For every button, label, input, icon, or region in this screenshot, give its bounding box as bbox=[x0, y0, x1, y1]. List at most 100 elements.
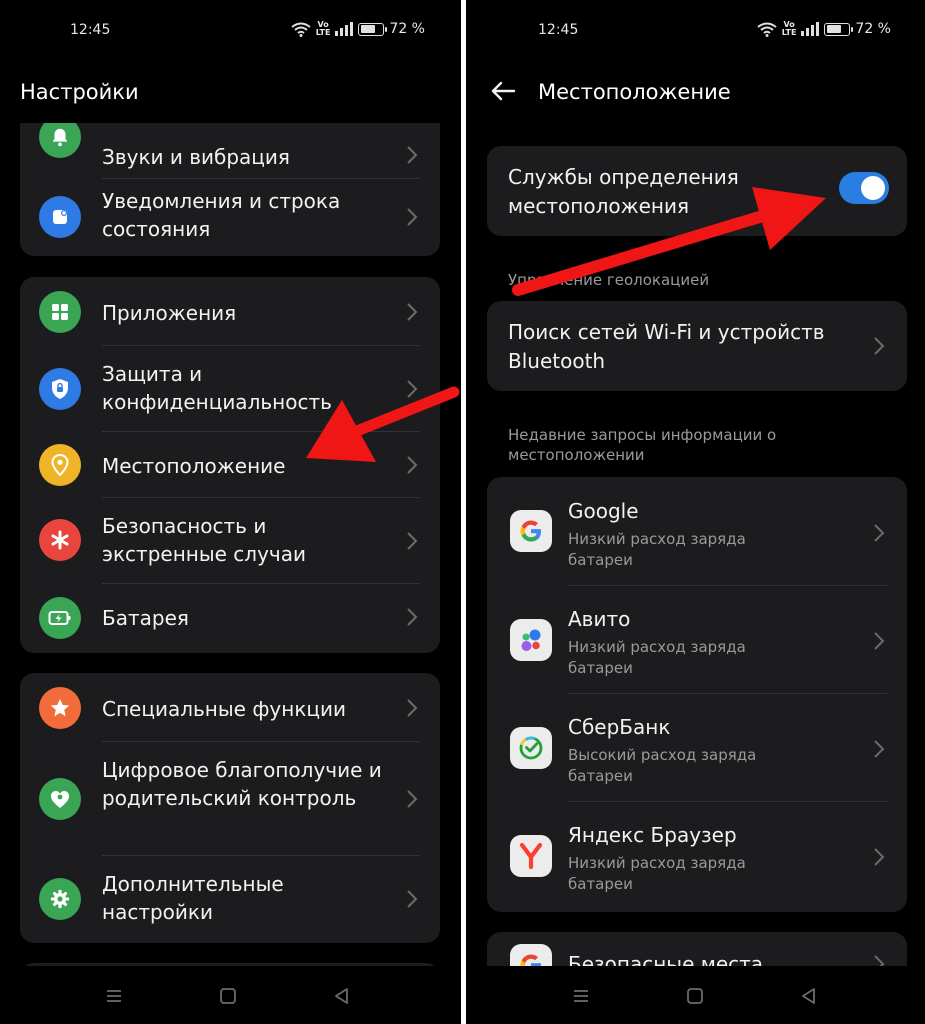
app-row-google[interactable]: Google Низкий расход заряда батареи bbox=[487, 477, 907, 585]
battery-fill bbox=[826, 25, 841, 33]
recent-requests-header: Недавние запросы информации о местополож… bbox=[508, 426, 777, 464]
avito-icon bbox=[510, 619, 552, 661]
app-row-sberbank[interactable]: СберБанк Высокий расход заряда батареи bbox=[487, 694, 907, 801]
toggle-knob bbox=[861, 176, 885, 200]
star-icon bbox=[39, 687, 81, 729]
battery-icon bbox=[39, 597, 81, 639]
page-title: Настройки bbox=[20, 80, 139, 104]
status-bar: 12:45 Vo LTE 72 % bbox=[466, 0, 925, 62]
bell-icon bbox=[39, 123, 81, 158]
app-usage: Высокий расход заряда батареи bbox=[568, 746, 757, 785]
location-screen: 12:45 Vo LTE 72 % Местоположение Службы о… bbox=[466, 0, 925, 1024]
settings-item-label: Батарея bbox=[102, 606, 189, 630]
chevron-right-icon bbox=[407, 532, 418, 550]
battery-status-icon bbox=[358, 22, 388, 36]
settings-item-label: Цифровое благополучие и родительский кон… bbox=[102, 758, 382, 810]
geo-section-header: Управление геолокацией bbox=[508, 271, 710, 289]
volte-icon: Vo LTE bbox=[782, 21, 797, 37]
settings-list[interactable]: Звуки и вибрация Уведомления и строка со… bbox=[0, 123, 461, 966]
wifi-icon bbox=[291, 22, 311, 37]
google-icon bbox=[510, 510, 552, 552]
menu-icon[interactable] bbox=[104, 986, 124, 1006]
app-name: Авито bbox=[568, 607, 631, 631]
yandex-browser-icon bbox=[510, 835, 552, 877]
status-indicators: Vo LTE 72 % bbox=[291, 21, 425, 37]
settings-group-1: Звуки и вибрация Уведомления и строка со… bbox=[20, 123, 440, 256]
google-icon bbox=[510, 944, 552, 966]
chevron-right-icon bbox=[407, 208, 418, 226]
asterisk-icon bbox=[39, 519, 81, 561]
app-row-yandex-browser[interactable]: Яндекс Браузер Низкий расход заряда бата… bbox=[487, 802, 907, 912]
status-time: 12:45 bbox=[70, 22, 111, 38]
settings-item-notifications[interactable]: Уведомления и строка состояния bbox=[20, 179, 440, 256]
chevron-right-icon bbox=[407, 699, 418, 717]
safe-places-label: Безопасные места bbox=[568, 952, 764, 966]
back-icon[interactable] bbox=[332, 986, 352, 1006]
settings-item-label: Приложения bbox=[102, 301, 237, 325]
chevron-right-icon bbox=[874, 848, 885, 866]
settings-group-2: Приложения Защита и конфиденциальность М… bbox=[20, 277, 440, 653]
location-services-card[interactable]: Службы определения местоположения bbox=[487, 146, 907, 236]
app-usage: Низкий расход заряда батареи bbox=[568, 638, 746, 677]
chevron-right-icon bbox=[407, 456, 418, 474]
settings-group-3: Специальные функции Цифровое благополучи… bbox=[20, 673, 440, 943]
app-usage: Низкий расход заряда батареи bbox=[568, 530, 746, 569]
settings-item-wellbeing[interactable]: Цифровое благополучие и родительский кон… bbox=[20, 742, 440, 855]
battery-status-icon bbox=[824, 22, 854, 36]
back-icon[interactable] bbox=[799, 986, 819, 1006]
settings-item-label: Специальные функции bbox=[102, 697, 347, 721]
wifi-bluetooth-scan-label: Поиск сетей Wi-Fi и устройств Bluetooth bbox=[508, 320, 825, 373]
chevron-right-icon bbox=[407, 303, 418, 321]
location-pin-icon bbox=[39, 444, 81, 486]
settings-item-battery[interactable]: Батарея bbox=[20, 584, 440, 653]
wifi-icon bbox=[757, 22, 777, 37]
recent-apps-card: Google Низкий расход заряда батареи Авит… bbox=[487, 477, 907, 912]
app-name: Яндекс Браузер bbox=[568, 823, 737, 847]
settings-item-apps[interactable]: Приложения bbox=[20, 277, 440, 345]
volte-bottom: LTE bbox=[781, 28, 797, 37]
navigation-bar bbox=[0, 966, 461, 1024]
location-services-label: Службы определения местоположения bbox=[508, 165, 739, 218]
settings-item-label: Уведомления и строка состояния bbox=[102, 189, 341, 241]
page-title: Местоположение bbox=[538, 80, 731, 104]
back-arrow-icon[interactable] bbox=[488, 76, 518, 106]
wellbeing-icon bbox=[39, 778, 81, 820]
location-services-toggle[interactable] bbox=[839, 172, 889, 204]
wifi-bluetooth-scan-card[interactable]: Поиск сетей Wi-Fi и устройств Bluetooth bbox=[487, 301, 907, 391]
chevron-right-icon bbox=[407, 146, 418, 164]
volte-icon: Vo LTE bbox=[316, 21, 331, 37]
settings-item-accessibility[interactable]: Специальные функции bbox=[20, 673, 440, 741]
chevron-right-icon bbox=[874, 632, 885, 650]
settings-item-emergency[interactable]: Безопасность и экстренные случаи bbox=[20, 498, 440, 583]
settings-item-label: Местоположение bbox=[102, 454, 286, 478]
settings-item-label: Безопасность и экстренные случаи bbox=[102, 514, 306, 566]
status-bar: 12:45 Vo LTE 72 % bbox=[0, 0, 461, 62]
settings-item-label: Звуки и вибрация bbox=[102, 145, 290, 169]
battery-percent: 72 % bbox=[389, 21, 425, 37]
chevron-right-icon bbox=[874, 955, 885, 966]
chevron-right-icon bbox=[407, 380, 418, 398]
location-settings-list[interactable]: Службы определения местоположения Управл… bbox=[466, 123, 925, 966]
app-usage: Низкий расход заряда батареи bbox=[568, 854, 746, 893]
settings-item-additional[interactable]: Дополнительные настройки bbox=[20, 856, 440, 943]
home-icon[interactable] bbox=[685, 986, 705, 1006]
battery-percent: 72 % bbox=[855, 21, 891, 37]
sberbank-icon bbox=[510, 727, 552, 769]
chevron-right-icon bbox=[407, 608, 418, 626]
signal-icon bbox=[335, 22, 354, 36]
settings-item-sounds[interactable]: Звуки и вибрация bbox=[20, 123, 440, 178]
settings-item-label: Дополнительные настройки bbox=[102, 872, 284, 924]
menu-icon[interactable] bbox=[571, 986, 591, 1006]
chevron-right-icon bbox=[407, 790, 418, 808]
notification-icon bbox=[39, 196, 81, 238]
app-name: СберБанк bbox=[568, 715, 671, 739]
settings-item-privacy[interactable]: Защита и конфиденциальность bbox=[20, 346, 440, 431]
signal-icon bbox=[801, 22, 820, 36]
safe-places-card[interactable]: Безопасные места bbox=[487, 932, 907, 966]
app-row-avito[interactable]: Авито Низкий расход заряда батареи bbox=[487, 586, 907, 693]
shield-icon bbox=[39, 368, 81, 410]
apps-grid-icon bbox=[39, 291, 81, 333]
volte-bottom: LTE bbox=[315, 28, 331, 37]
home-icon[interactable] bbox=[218, 986, 238, 1006]
settings-item-location[interactable]: Местоположение bbox=[20, 432, 440, 497]
